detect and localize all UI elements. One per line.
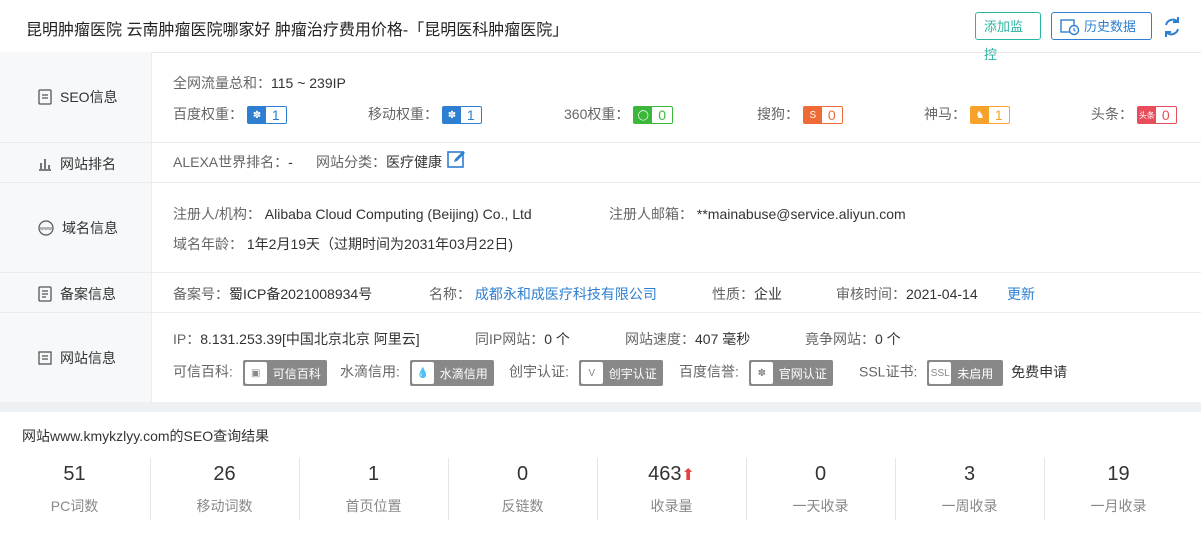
toutiao-icon: 头条 — [1137, 107, 1156, 124]
history-icon — [1060, 19, 1080, 36]
history-data-button[interactable]: 历史数据 — [1051, 12, 1152, 40]
icp-number: 备案号：蜀ICP备2021008934号 — [173, 286, 373, 302]
rank-label-cell: 网站排名 — [0, 143, 152, 183]
record-icon — [38, 286, 52, 302]
domain-row — [152, 183, 1201, 273]
credit-ssl[interactable]: SSL证书: SSL 未启用 免费申请 — [859, 360, 1067, 386]
section-divider — [0, 402, 1201, 412]
seo-info-row — [152, 52, 1201, 143]
chuangyu-icon: V — [580, 362, 603, 384]
domain-label-cell: www 域名信息 — [0, 183, 152, 273]
refresh-icon[interactable] — [1162, 16, 1182, 38]
shenma-icon: ♞ — [970, 107, 989, 124]
stat-mobile-words[interactable]: 26 移动词数 — [150, 458, 299, 520]
icp-label: 备案信息 — [60, 286, 116, 302]
credit-trust[interactable]: 可信百科: ▣ 可信百科 — [173, 360, 327, 386]
bar-chart-icon — [39, 159, 51, 171]
www-icon: www — [38, 220, 54, 236]
sogou-icon: S — [803, 107, 822, 124]
credit-chuangyu[interactable]: 创宇认证: V 创宇认证 — [509, 360, 663, 386]
registrant: 注册人/机构： Alibaba Cloud Computing (Beijing… — [173, 206, 532, 222]
icp-update-link[interactable]: 更新 — [1007, 284, 1035, 304]
baidu-paw-icon: ✽ — [750, 362, 773, 384]
icp-type: 性质：企业 — [712, 286, 782, 302]
icp-date: 审核时间：2021-04-14 — [836, 286, 978, 302]
stat-day-indexed[interactable]: 0 一天收录 — [746, 458, 895, 520]
site-category: 网站分类：医疗健康 — [316, 154, 442, 170]
baidu-paw-icon: ✽ — [247, 107, 266, 124]
trust-icon: ▣ — [244, 362, 267, 384]
rank-label: 网站排名 — [60, 156, 116, 172]
sogou-weight[interactable]: 搜狗： S0 — [757, 104, 843, 125]
add-monitor-button[interactable]: 添加监控 — [975, 12, 1041, 62]
site-speed: 网站速度：407 毫秒 — [625, 331, 751, 347]
360-icon: ◯ — [634, 107, 653, 124]
stat-backlinks[interactable]: 0 反链数 — [448, 458, 597, 520]
trend-up-icon: ⬆ — [681, 467, 695, 484]
traffic-total: 全网流量总和：115 ~ 239IP — [173, 75, 346, 91]
history-data-label: 历史数据 — [1084, 19, 1137, 34]
registrant-email: 注册人邮箱： **mainabuse@service.aliyun.com — [609, 206, 906, 222]
compete-sites: 竟争网站：0 个 — [805, 331, 901, 347]
same-ip-sites: 同IP网站：0 个 — [475, 331, 570, 347]
baidu-paw-icon: ✽ — [442, 107, 461, 124]
page-title: 昆明肿瘤医院 云南肿瘤医院哪家好 肿瘤治疗费用价格-「昆明医科肿瘤医院」 — [26, 22, 569, 39]
toutiao-weight[interactable]: 头条： 头条 0 — [1091, 104, 1177, 125]
ssl-icon: SSL — [929, 362, 952, 384]
rank-row — [152, 143, 1201, 183]
free-apply-link[interactable]: 免费申请 — [1011, 364, 1067, 380]
seo-info-label: SEO信息 — [60, 89, 118, 105]
360-weight[interactable]: 360权重： ◯ 0 — [564, 104, 674, 125]
site-info-icon — [38, 351, 52, 365]
alexa-rank: ALEXA世界排名：- — [173, 154, 293, 170]
icp-label-cell: 备案信息 — [0, 273, 152, 313]
stat-pc-words[interactable]: 51 PC词数 — [0, 458, 149, 520]
shenma-weight[interactable]: 神马： ♞ 1 — [924, 104, 1010, 125]
seo-info-label-cell: SEO信息 — [0, 52, 152, 143]
site-label: 网站信息 — [60, 350, 116, 366]
site-label-cell: 网站信息 — [0, 313, 152, 402]
baidu-weight[interactable]: 百度权重： ✽ 1 — [173, 104, 287, 125]
icp-name: 名称： 成都永和成医疗科技有限公司 — [429, 286, 657, 302]
svg-text:www: www — [40, 226, 52, 232]
edit-icon[interactable] — [447, 149, 467, 169]
credit-shuidi[interactable]: 水滴信用: 💧 水滴信用 — [340, 360, 494, 386]
document-icon — [38, 89, 52, 105]
stat-month-indexed[interactable]: 19 一月收录 — [1044, 458, 1193, 520]
credit-baidu[interactable]: 百度信誉: ✽ 官网认证 — [679, 360, 833, 386]
mobile-weight[interactable]: 移动权重： ✽ 1 — [368, 104, 482, 125]
domain-age: 域名年龄： 1年2月19天（过期时间为2031年03月22日) — [173, 236, 513, 252]
stat-week-indexed[interactable]: 3 一周收录 — [895, 458, 1044, 520]
icp-company-link[interactable]: 成都永和成医疗科技有限公司 — [475, 286, 657, 302]
domain-label: 域名信息 — [62, 220, 118, 236]
stat-home-position[interactable]: 1 首页位置 — [299, 458, 448, 520]
stat-indexed[interactable]: 463⬆ 收录量 — [597, 458, 746, 520]
results-title: 网站www.kmykzlyy.com的SEO查询结果 — [22, 428, 270, 444]
site-ip: IP：8.131.253.39[中国北京北京 阿里云] — [173, 331, 420, 347]
water-drop-icon: 💧 — [411, 362, 434, 384]
